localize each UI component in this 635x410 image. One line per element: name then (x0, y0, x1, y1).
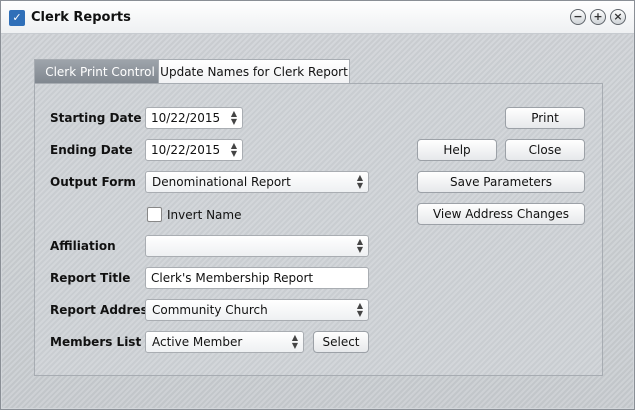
affiliation-dropdown-icon: ▲ ▼ (356, 237, 364, 254)
minimize-icon[interactable]: − (570, 9, 586, 25)
members-list-dropdown-icon: ▲ ▼ (291, 333, 299, 350)
starting-date-input[interactable]: 10/22/2015 ▲ ▼ (145, 107, 243, 129)
close-button[interactable]: Close (505, 139, 585, 161)
save-parameters-button[interactable]: Save Parameters (417, 171, 585, 193)
app-logo-icon: ✓ (9, 10, 25, 26)
clerk-reports-window: ✓ Clerk Reports − + × Clerk Print Contro… (0, 0, 635, 410)
view-address-changes-button[interactable]: View Address Changes (417, 203, 585, 225)
title-bar[interactable]: ✓ Clerk Reports − + × (1, 1, 634, 34)
invert-name-label: Invert Name (167, 208, 242, 222)
members-list-select[interactable]: Active Member ▲ ▼ (145, 331, 304, 353)
select-button[interactable]: Select (313, 331, 369, 353)
report-title-label: Report Title (50, 271, 131, 285)
ending-date-spin-icon[interactable]: ▲ ▼ (229, 142, 239, 158)
maximize-icon[interactable]: + (590, 9, 606, 25)
ending-date-input[interactable]: 10/22/2015 ▲ ▼ (145, 139, 243, 161)
window-title: Clerk Reports (31, 10, 131, 25)
report-title-value: Clerk's Membership Report (151, 271, 314, 285)
ending-date-value: 10/22/2015 (151, 143, 221, 157)
output-form-dropdown-icon: ▲ ▼ (356, 173, 364, 190)
report-address-select[interactable]: Community Church ▲ ▼ (145, 299, 369, 321)
affiliation-label: Affiliation (50, 239, 116, 253)
starting-date-value: 10/22/2015 (151, 111, 221, 125)
starting-date-spin-icon[interactable]: ▲ ▼ (229, 110, 239, 126)
tab-update-names[interactable]: Update Names for Clerk Report (158, 59, 350, 84)
tab-clerk-print-control[interactable]: Clerk Print Control (34, 59, 166, 84)
starting-date-label: Starting Date (50, 111, 142, 125)
report-address-value: Community Church (152, 303, 268, 317)
report-address-label: Report Address (50, 303, 155, 317)
members-list-label: Members List (50, 335, 142, 349)
invert-name-checkbox[interactable] (147, 207, 162, 222)
help-button[interactable]: Help (417, 139, 497, 161)
close-window-icon[interactable]: × (610, 9, 626, 25)
members-list-value: Active Member (152, 335, 243, 349)
report-title-input[interactable]: Clerk's Membership Report (145, 267, 369, 289)
output-form-label: Output Form (50, 175, 136, 189)
affiliation-select[interactable]: ▲ ▼ (145, 235, 369, 257)
output-form-select[interactable]: Denominational Report ▲ ▼ (145, 171, 369, 193)
output-form-value: Denominational Report (152, 175, 291, 189)
print-button[interactable]: Print (505, 107, 585, 129)
report-address-dropdown-icon: ▲ ▼ (356, 301, 364, 318)
ending-date-label: Ending Date (50, 143, 133, 157)
